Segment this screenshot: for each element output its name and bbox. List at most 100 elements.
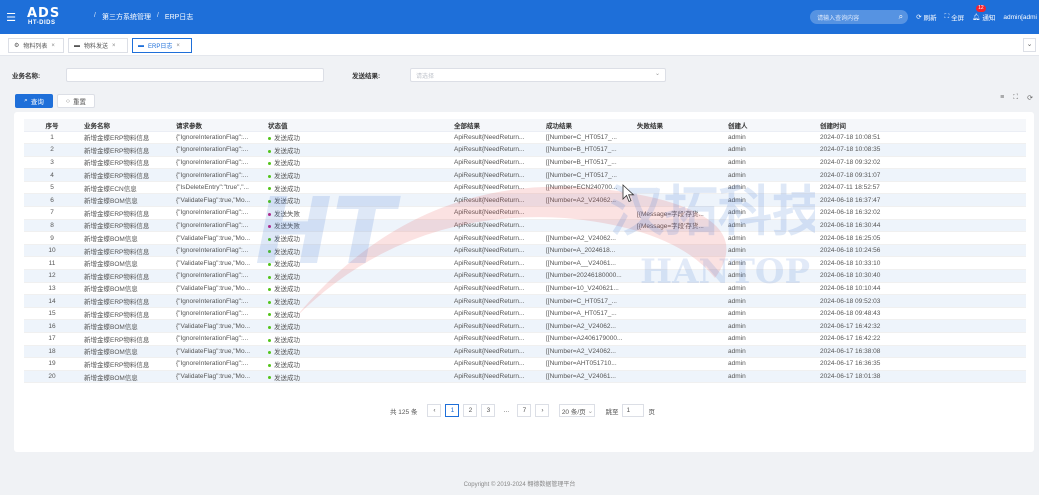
status-dot xyxy=(268,174,271,178)
table-row[interactable]: 1 新增金蝶ERP物料信息 {"IgnoreInterationFlag":... 发… xyxy=(24,131,1026,145)
col-header-creator[interactable]: 创建人 xyxy=(724,119,816,132)
table-row[interactable]: 19 新增金蝶ERP物料信息 {"IgnoreInterationFlag":...… xyxy=(24,357,1026,371)
cell-business: 新增金蝶ERP物料信息 xyxy=(80,357,172,371)
status-dot xyxy=(268,137,271,141)
search-icon: ⌕ xyxy=(24,97,28,104)
table-row[interactable]: 17 新增金蝶ERP物料信息 {"IgnoreInterationFlag":...… xyxy=(24,332,1026,346)
global-search-input[interactable]: 请输入查询内容 ⌕ xyxy=(810,10,909,24)
next-page-button[interactable]: › xyxy=(535,404,550,417)
status-dot xyxy=(268,338,271,342)
notification-button[interactable]: 🔔︎ 12 通知 xyxy=(972,5,995,22)
tab-erp-log[interactable]: ▬ ERP日志 × xyxy=(132,38,192,53)
cell-creator: admin xyxy=(724,219,816,233)
cell-success-result: [[Number=A__V24061... xyxy=(542,256,633,271)
table-row[interactable]: 9 新增金蝶BOM信息 {"ValidateFlag":true,"Mo... 发送成… xyxy=(24,231,1026,245)
table-row[interactable]: 8 新增金蝶ERP物料信息 {"IgnoreInterationFlag":... 发… xyxy=(24,219,1026,233)
cell-created-time: 2024-06-18 16:30:44 xyxy=(816,219,1026,233)
cell-status: 发送成功 xyxy=(264,357,450,371)
cell-status: 发送成功 xyxy=(264,181,450,195)
page-2-button[interactable]: 2 xyxy=(463,404,478,417)
table-row[interactable]: 10 新增金蝶ERP物料信息 {"IgnoreInterationFlag":...… xyxy=(24,244,1026,258)
cell-request: {"IgnoreInterationFlag":... xyxy=(172,269,264,283)
col-header-fail-result[interactable]: 失败结果 xyxy=(633,119,724,132)
cell-business: 新增金蝶BOM信息 xyxy=(80,193,172,208)
cell-business: 新增金蝶BOM信息 xyxy=(80,282,172,296)
cell-status: 发送成功 xyxy=(264,282,450,296)
cell-request: {"IgnoreInterationFlag":... xyxy=(172,156,264,170)
cell-status: 发送成功 xyxy=(264,307,450,321)
table-row[interactable]: 6 新增金蝶BOM信息 {"ValidateFlag":true,"Mo... 发送成… xyxy=(24,193,1026,208)
cell-business: 新增金蝶ERP物料信息 xyxy=(80,219,172,233)
user-menu[interactable]: admin[admi xyxy=(1003,14,1037,21)
status-dot xyxy=(268,376,271,380)
page-1-button[interactable]: 1 xyxy=(445,404,460,417)
cell-status: 发送失败 xyxy=(264,219,450,233)
status-text: 发送成功 xyxy=(274,261,300,269)
cell-request: {"IgnoreInterationFlag":... xyxy=(172,307,264,321)
table-row[interactable]: 14 新增金蝶ERP物料信息 {"IgnoreInterationFlag":...… xyxy=(24,294,1026,308)
col-header-index[interactable]: 序号 xyxy=(24,119,80,132)
tab-material-list[interactable]: ⚙ 物料列表 × xyxy=(8,38,64,53)
fullscreen-icon[interactable]: ⛶ xyxy=(1013,94,1018,102)
table-row[interactable]: 15 新增金蝶ERP物料信息 {"IgnoreInterationFlag":...… xyxy=(24,307,1026,321)
cell-success-result: [[Number=A_2024618... xyxy=(542,244,633,258)
table-toolbar: ≡ ⛶ ⟳ xyxy=(1000,94,1033,102)
table-row[interactable]: 12 新增金蝶ERP物料信息 {"IgnoreInterationFlag":...… xyxy=(24,269,1026,283)
cell-creator: admin xyxy=(724,357,816,371)
table-row[interactable]: 13 新增金蝶BOM信息 {"ValidateFlag":true,"Mo... 发送… xyxy=(24,282,1026,296)
page-3-button[interactable]: 3 xyxy=(481,404,496,417)
close-icon[interactable]: × xyxy=(176,43,180,49)
refresh-icon[interactable]: ⟳ xyxy=(1027,94,1033,102)
business-name-input[interactable] xyxy=(66,68,324,82)
logo-subtext: HT-DIDS xyxy=(28,20,56,26)
density-icon[interactable]: ≡ xyxy=(1000,94,1004,102)
filter-row: 业务名称: 发送结果: 请选择 ⌄ xyxy=(12,68,666,82)
page-ellipsis[interactable]: ... xyxy=(499,404,513,417)
status-text: 发送成功 xyxy=(274,336,300,344)
close-icon[interactable]: × xyxy=(51,43,55,49)
col-header-status[interactable]: 状态值 xyxy=(264,119,450,132)
table-row[interactable]: 16 新增金蝶BOM信息 {"ValidateFlag":true,"Mo... 发送… xyxy=(24,319,1026,333)
page-size-select[interactable]: 20 条/页 ⌄ xyxy=(559,404,596,417)
table-row[interactable]: 18 新增金蝶BOM信息 {"ValidateFlag":true,"Mo... 发送… xyxy=(24,345,1026,359)
col-header-success-result[interactable]: 成功结果 xyxy=(542,119,633,132)
tabs-dropdown-button[interactable]: ⌄ xyxy=(1023,38,1036,52)
cell-success-result: [[Number=B_HT0517_... xyxy=(542,143,633,157)
send-result-select[interactable]: 请选择 ⌄ xyxy=(410,68,666,82)
col-header-request[interactable]: 请求参数 xyxy=(172,119,264,132)
fullscreen-button[interactable]: ⛶ 全屏 xyxy=(945,12,965,22)
tab-material-send[interactable]: ▬ 物料发送 × xyxy=(68,38,128,53)
tabs-bar: ⚙ 物料列表 × ▬ 物料发送 × ▬ ERP日志 × ⌄ xyxy=(0,34,1039,56)
status-text: 发送成功 xyxy=(274,248,300,256)
cell-index: 6 xyxy=(24,193,80,208)
reset-button[interactable]: ○ 重置 xyxy=(57,94,95,108)
table-row[interactable]: 20 新增金蝶BOM信息 {"ValidateFlag":true,"Mo... 发送… xyxy=(24,370,1026,384)
table-row[interactable]: 5 新增金蝶ECN信息 {"IsDeleteEntry":"true","... 发送… xyxy=(24,181,1026,195)
close-icon[interactable]: × xyxy=(112,43,116,49)
cell-creator: admin xyxy=(724,231,816,245)
cell-created-time: 2024-06-18 09:52:03 xyxy=(816,294,1026,308)
table-row[interactable]: 2 新增金蝶ERP物料信息 {"IgnoreInterationFlag":... 发… xyxy=(24,143,1026,157)
jump-page-input[interactable]: 1 xyxy=(622,404,645,417)
search-icon[interactable]: ⌕ xyxy=(899,12,903,22)
page-7-button[interactable]: 7 xyxy=(517,404,532,417)
table-row[interactable]: 4 新增金蝶ERP物料信息 {"IgnoreInterationFlag":... 发… xyxy=(24,168,1026,182)
send-result-label: 发送结果: xyxy=(352,73,381,80)
monitor-icon: ▬ xyxy=(138,42,144,49)
refresh-button[interactable]: ⟳ 刷新 xyxy=(916,12,936,22)
col-header-created-time[interactable]: 创建时间 xyxy=(816,119,1026,132)
cell-status: 发送成功 xyxy=(264,193,450,208)
prev-page-button[interactable]: ‹ xyxy=(427,404,442,417)
search-button[interactable]: ⌕ 查询 xyxy=(15,94,53,108)
table-row[interactable]: 11 新增金蝶BOM信息 {"ValidateFlag":true,"Mo... 发送… xyxy=(24,256,1026,271)
cell-success-result: [[Number=ECN240700... xyxy=(542,181,633,195)
table-row[interactable]: 7 新增金蝶ERP物料信息 {"IgnoreInterationFlag":... 发… xyxy=(24,206,1026,220)
cell-request: {"IgnoreInterationFlag":... xyxy=(172,294,264,308)
search-placeholder: 请输入查询内容 xyxy=(817,15,860,22)
breadcrumb-item-system[interactable]: 第三方系统管理 xyxy=(102,12,151,22)
col-header-all-result[interactable]: 全部结果 xyxy=(450,119,542,132)
col-header-business[interactable]: 业务名称 xyxy=(80,119,172,132)
cell-created-time: 2024-07-11 18:52:57 xyxy=(816,181,1026,195)
table-row[interactable]: 3 新增金蝶ERP物料信息 {"IgnoreInterationFlag":... 发… xyxy=(24,156,1026,170)
hamburger-icon[interactable]: ☰ xyxy=(0,11,22,24)
